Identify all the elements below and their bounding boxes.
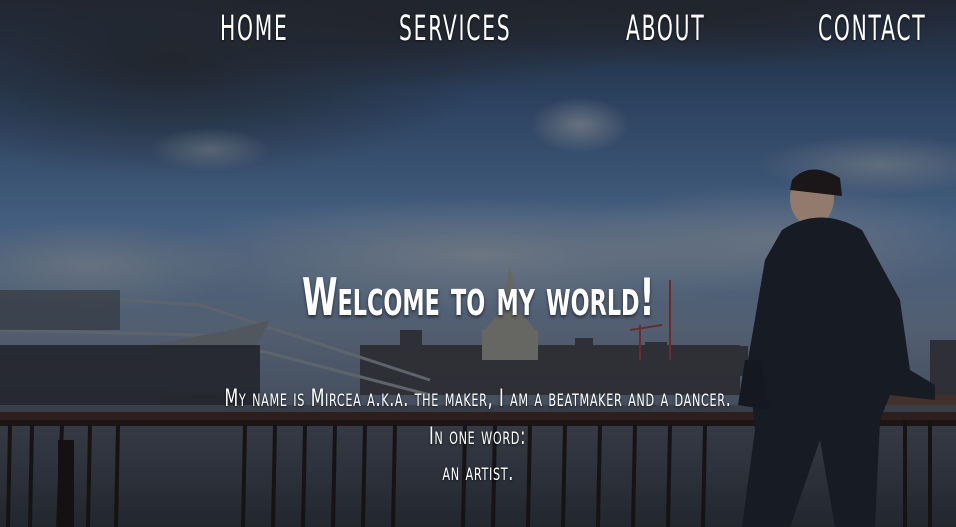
- intro-line-1: My name is Mircea a.k.a. the maker, I am…: [224, 384, 732, 412]
- hero-title-wrapper: Welcome to my world!: [0, 266, 956, 330]
- intro-line-2-wrapper: In one word:: [0, 421, 956, 451]
- intro-line-3-wrapper: an artist.: [0, 457, 956, 487]
- nav-link-services[interactable]: Services: [399, 6, 511, 52]
- main-navigation: Home Services About Contact: [0, 6, 956, 54]
- hero-section: Home Services About Contact Welcome to m…: [0, 0, 956, 527]
- nav-link-about[interactable]: About: [626, 6, 705, 52]
- nav-link-contact[interactable]: Contact: [818, 6, 926, 52]
- intro-line-3: an artist.: [442, 458, 514, 486]
- intro-line-1-wrapper: My name is Mircea a.k.a. the maker, I am…: [0, 383, 956, 413]
- nav-link-home[interactable]: Home: [220, 6, 289, 52]
- intro-line-2: In one word:: [429, 422, 527, 450]
- hero-title: Welcome to my world!: [301, 268, 655, 328]
